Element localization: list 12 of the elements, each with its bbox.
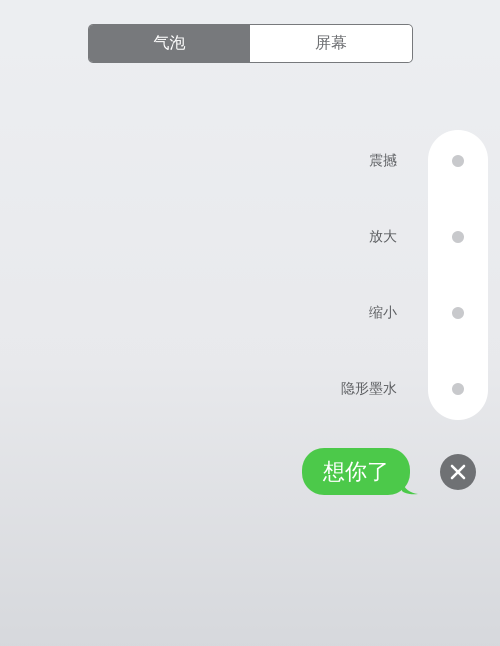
- message-bubble: 想你了: [302, 448, 410, 495]
- effect-label[interactable]: 震撼: [369, 154, 397, 168]
- effect-label[interactable]: 放大: [369, 230, 397, 244]
- close-icon: [450, 464, 466, 480]
- radio-dot[interactable]: [452, 155, 464, 167]
- radio-dot[interactable]: [452, 231, 464, 243]
- radio-dot[interactable]: [452, 383, 464, 395]
- close-button[interactable]: [440, 454, 476, 490]
- tab[interactable]: 气泡: [88, 25, 250, 62]
- effect-label[interactable]: 缩小: [369, 306, 397, 320]
- effect-label[interactable]: 隐形墨水: [341, 382, 397, 396]
- radio-dot[interactable]: [452, 307, 464, 319]
